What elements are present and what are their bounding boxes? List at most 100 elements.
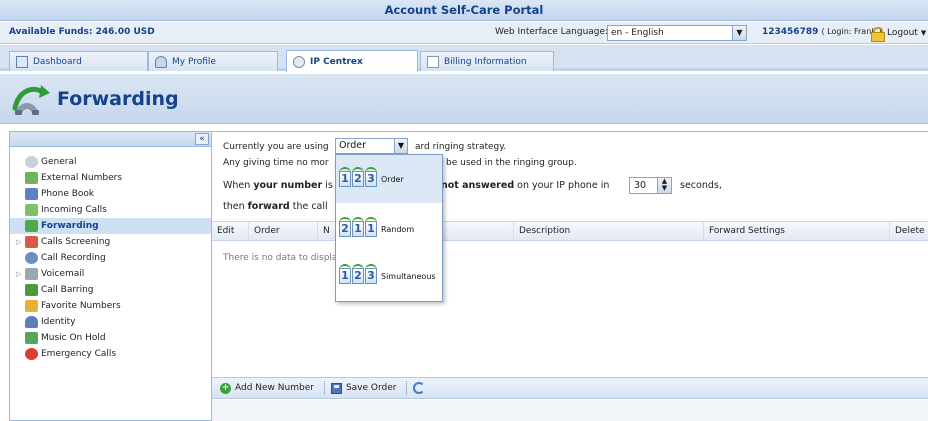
sidebar-item-call-recording[interactable]: Call Recording — [10, 250, 211, 266]
sidebar-item-phone-book[interactable]: Phone Book — [10, 186, 211, 202]
grid-header: Edit Order N Description Forward Setting… — [212, 221, 928, 241]
language-value: en - English — [611, 28, 664, 38]
sidebar-item-label: Voicemail — [41, 269, 85, 279]
phone-book-icon — [25, 188, 38, 200]
sidebar-item-general[interactable]: General — [10, 154, 211, 170]
tab-bar: Dashboard My Profile IP Centrex Billing … — [0, 45, 928, 72]
portal-title: Account Self-Care Portal — [0, 0, 928, 21]
sidebar-item-label: Music On Hold — [41, 333, 106, 343]
calls-screening-icon — [25, 236, 38, 248]
ringing-group-text-b: be used in the ringing group. — [446, 158, 577, 168]
logout-button[interactable]: Logout ▼ — [870, 25, 927, 42]
sidebar-item-favorite-numbers[interactable]: Favorite Numbers — [10, 298, 211, 314]
sidebar-item-label: Emergency Calls — [41, 349, 117, 359]
tab-label: Dashboard — [33, 56, 82, 67]
dashboard-icon — [16, 55, 28, 68]
sidebar-item-external-numbers[interactable]: External Numbers — [10, 170, 211, 186]
user-icon — [155, 55, 167, 68]
column-order[interactable]: Order — [249, 222, 318, 240]
sidebar-item-forwarding[interactable]: Forwarding — [10, 218, 211, 234]
call-recording-icon — [25, 252, 38, 264]
collapse-sidebar-button[interactable]: « — [195, 133, 209, 145]
chevron-down-icon[interactable]: ▼ — [394, 139, 407, 153]
strategy-option-simultaneous[interactable]: 1 2 3 Simultaneous — [336, 252, 442, 300]
sidebar-item-music-on-hold[interactable]: Music On Hold — [10, 330, 211, 346]
column-forward-settings[interactable]: Forward Settings — [704, 222, 890, 240]
chevron-down-icon[interactable]: ▼ — [732, 26, 746, 40]
page-title: Forwarding — [57, 88, 179, 110]
ringing-group-text-a: Any giving time no mor — [223, 158, 329, 168]
main-panel: Currently you are using Order ▼ ard ring… — [212, 131, 928, 421]
spinner-icon[interactable]: ▲ ▼ — [657, 178, 671, 193]
strategy-option-order[interactable]: 1 2 3 Order — [336, 155, 442, 203]
forwarding-icon — [12, 85, 50, 115]
sidebar-item-label: Incoming Calls — [41, 205, 107, 215]
voicemail-icon — [25, 268, 38, 280]
ringing-strategy-dropdown: 1 2 3 Order 2 1 1 Random 1 2 3 Simultane… — [335, 154, 443, 302]
sidebar-item-calls-screening[interactable]: ▷ Calls Screening — [10, 234, 211, 250]
account-info: 123456789 ( Login: Frank ) — [762, 27, 882, 37]
save-label: Save Order — [345, 383, 397, 393]
logout-label: Logout — [887, 28, 918, 38]
column-description[interactable]: Description — [514, 222, 704, 240]
tab-dashboard[interactable]: Dashboard — [9, 51, 148, 71]
expand-arrow-icon[interactable]: ▷ — [16, 270, 22, 278]
forwarding-icon — [25, 220, 38, 232]
info-bar: Available Funds: 246.00 USD Web Interfac… — [0, 22, 928, 44]
gear-icon — [25, 156, 38, 168]
external-numbers-icon — [25, 172, 38, 184]
add-new-number-button[interactable]: + Add New Number — [220, 382, 318, 394]
tab-label: My Profile — [172, 56, 216, 67]
expand-arrow-icon[interactable]: ▷ — [16, 238, 22, 246]
sidebar-item-voicemail[interactable]: ▷ Voicemail — [10, 266, 211, 282]
call-barring-icon — [25, 284, 38, 296]
language-select[interactable]: en - English ▼ — [607, 25, 747, 41]
sidebar-item-emergency-calls[interactable]: Emergency Calls — [10, 346, 211, 362]
emergency-icon — [25, 348, 38, 360]
available-funds: Available Funds: 246.00 USD — [9, 27, 155, 37]
sidebar-item-label: Favorite Numbers — [41, 301, 121, 311]
option-label: Simultaneous — [381, 271, 436, 281]
sidebar-item-call-barring[interactable]: Call Barring — [10, 282, 211, 298]
favorite-numbers-icon — [25, 300, 38, 312]
sidebar-item-label: Forwarding — [41, 221, 99, 231]
grid-footer — [212, 400, 928, 421]
option-label: Random — [381, 224, 415, 234]
grid-toolbar: + Add New Number Save Order — [212, 377, 928, 399]
sidebar-item-incoming-calls[interactable]: Incoming Calls — [10, 202, 211, 218]
strategy-option-random[interactable]: 2 1 1 Random — [336, 205, 442, 253]
column-edit[interactable]: Edit — [212, 222, 249, 240]
language-label: Web Interface Language: — [495, 27, 609, 37]
sidebar-item-label: Call Barring — [41, 285, 94, 295]
sidebar-header: « — [10, 132, 211, 147]
refresh-button[interactable] — [413, 382, 429, 394]
tab-label: Billing Information — [444, 56, 527, 67]
sidebar: « General External Numbers Phone Book In… — [9, 131, 212, 421]
strategy-value: Order — [339, 140, 366, 151]
tab-billing-information[interactable]: Billing Information — [420, 51, 554, 71]
save-order-button[interactable]: Save Order — [330, 382, 401, 394]
identity-icon — [25, 316, 38, 328]
sidebar-item-label: Call Recording — [41, 253, 106, 263]
toolbar-separator — [323, 381, 325, 395]
simultaneous-strategy-icon: 1 2 3 — [339, 264, 377, 284]
random-strategy-icon: 2 1 1 — [339, 217, 377, 237]
chevron-down-icon: ▼ — [920, 29, 927, 37]
seconds-stepper[interactable]: 30 ▲ ▼ — [629, 177, 672, 194]
ringing-strategy-select[interactable]: Order ▼ — [335, 138, 408, 154]
refresh-icon — [413, 382, 426, 394]
column-delete[interactable]: Delete — [890, 222, 928, 240]
incoming-call-icon — [25, 204, 38, 216]
when-text: When your number is — [223, 180, 333, 191]
seconds-value: 30 — [634, 180, 647, 191]
then-forward-text: then forward the call — [223, 201, 328, 212]
tab-my-profile[interactable]: My Profile — [148, 51, 278, 71]
music-icon — [25, 332, 38, 344]
tab-ip-centrex[interactable]: IP Centrex — [286, 50, 418, 72]
document-icon — [427, 55, 439, 68]
gear-icon — [293, 55, 305, 68]
sidebar-item-identity[interactable]: Identity — [10, 314, 211, 330]
sidebar-item-label: External Numbers — [41, 173, 123, 183]
save-icon — [330, 382, 342, 394]
not-answered-text: not answered on your IP phone in — [441, 180, 610, 191]
